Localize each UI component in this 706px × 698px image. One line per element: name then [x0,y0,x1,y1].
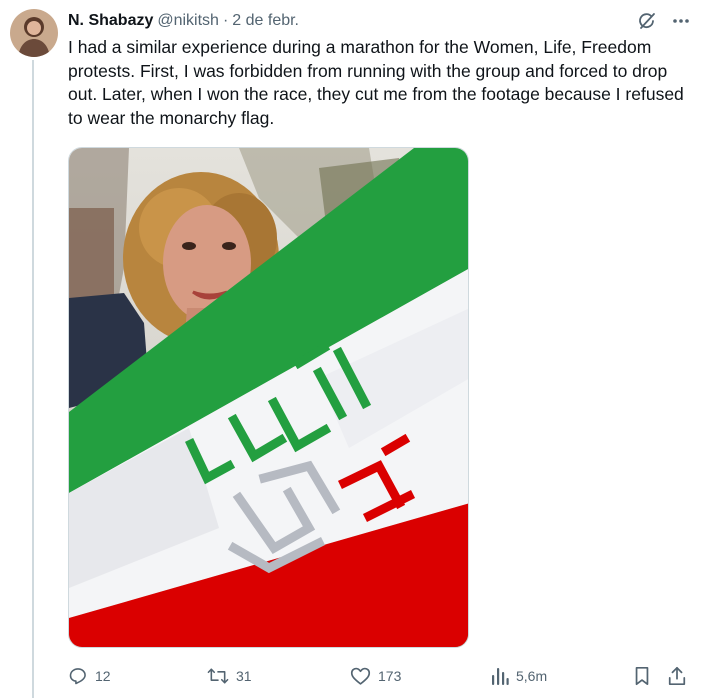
author-name[interactable]: N. Shabazy [68,12,153,30]
share-button[interactable] [667,662,687,690]
views-button[interactable]: 5,6m [491,662,547,690]
author-handle[interactable]: @nikitsh [157,12,219,30]
tweet-photo[interactable] [68,147,469,648]
views-count: 5,6m [516,668,548,684]
share-icon [668,666,686,686]
bookmark-button[interactable] [633,662,651,690]
grok-icon[interactable] [636,10,658,32]
repost-count: 31 [236,668,252,684]
repost-icon [207,668,229,684]
thread-line [32,60,34,698]
reply-button[interactable]: 12 [68,662,111,690]
tweet-actions: 12 31 173 5,6m [68,662,693,690]
bookmark-icon [635,666,649,686]
repost-button[interactable]: 31 [207,662,252,690]
heart-icon [350,667,371,685]
more-options-icon[interactable] [670,10,692,32]
reply-icon [69,668,86,685]
like-button[interactable]: 173 [350,662,401,690]
header-separator: · [222,12,229,29]
avatar[interactable] [10,9,58,57]
like-count: 173 [378,668,402,684]
tweet-header: N. Shabazy @nikitsh · 2 de febr. [68,10,692,32]
tweet-timestamp[interactable]: 2 de febr. [232,12,299,30]
views-icon [492,668,509,685]
tweet-text: I had a similar experience during a mara… [68,37,684,128]
reply-count: 12 [95,668,111,684]
